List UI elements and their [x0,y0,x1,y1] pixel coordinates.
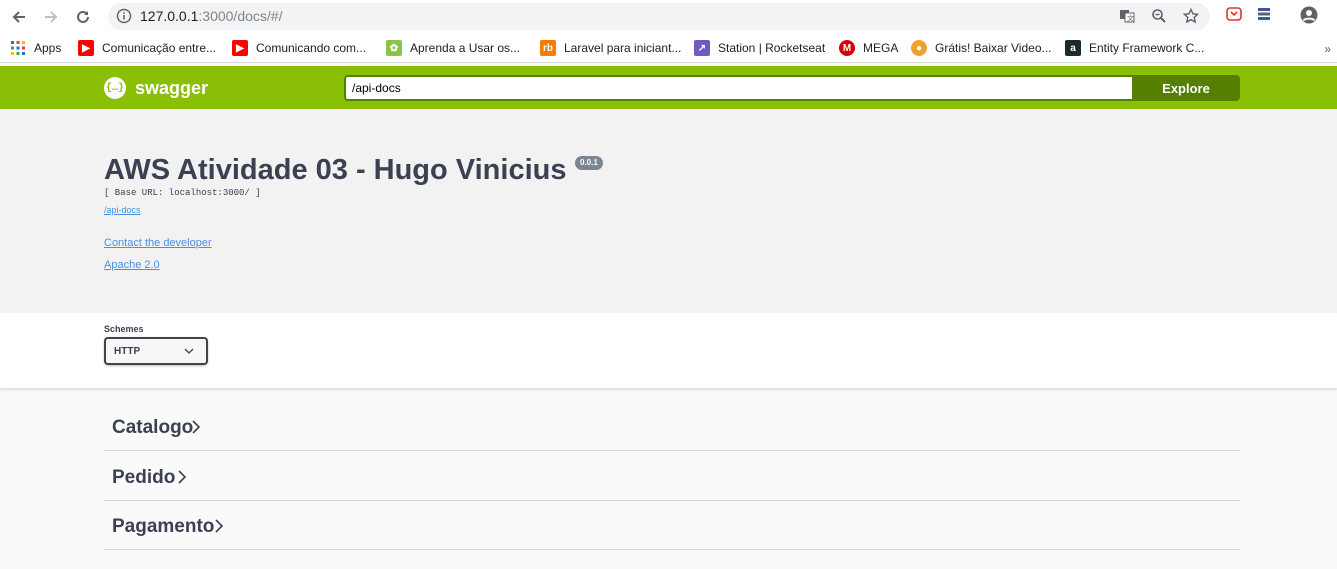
youtube-icon: ▶ [78,40,94,56]
bookmark-item[interactable]: ▶ Comunicando com... [232,40,366,56]
swagger-logo-icon: {…} [104,77,126,99]
rocketseat-icon: ↗ [694,40,710,56]
swagger-logo[interactable]: {…} swagger [104,77,208,99]
browser-toolbar: 127.0.0.1:3000/docs/#/ 文 [0,0,1337,33]
base-url: [ Base URL: localhost:3000/ ] [104,188,261,198]
bookmark-label: Comunicando com... [256,41,367,55]
arrow-right-icon [45,11,58,23]
bookmark-item[interactable]: M MEGA [839,40,898,56]
bookmark-label: Station | Rocketseat [718,41,826,55]
tag-name: Catalogo [112,417,194,438]
bookmarks-overflow-button[interactable]: » [1324,42,1331,56]
bookmarks-bar: Apps ▶ Comunicação entre... ▶ Comunicand… [0,33,1337,63]
site-icon: a [1065,40,1081,56]
pocket-extension-icon[interactable] [1226,6,1242,22]
forward-button[interactable] [39,5,63,29]
svg-text:文: 文 [1127,14,1134,23]
bookmark-item[interactable]: rb Laravel para iniciant... [540,40,681,56]
explore-button[interactable]: Explore [1132,75,1240,101]
schemes-select[interactable]: HTTP [104,337,208,365]
mega-icon: M [839,40,855,56]
api-url-input[interactable] [344,75,1132,101]
bookmark-label: Laravel para iniciant... [564,41,682,55]
bookmark-label: Aprenda a Usar os... [410,41,521,55]
address-bar[interactable]: 127.0.0.1:3000/docs/#/ 文 [108,3,1210,30]
bookmark-label: Apps [34,41,62,55]
apps-grid-icon [10,40,26,56]
reload-button[interactable] [71,5,95,29]
tag-catalogo[interactable]: Catalogo [104,401,1240,451]
bookmark-star-icon[interactable] [1183,8,1199,24]
reload-icon [77,10,89,23]
tag-name: Pedido [112,467,176,488]
version-badge: 0.0.1 [575,156,603,170]
chevron-down-icon [184,348,194,354]
bookmark-item[interactable]: ✿ Aprenda a Usar os... [386,40,520,56]
bookmark-label: Grátis! Baixar Video... [935,41,1052,55]
chevron-right-icon [192,420,201,434]
back-button[interactable] [7,5,31,29]
zoom-icon[interactable] [1151,8,1167,24]
bookmark-item[interactable]: ● Grátis! Baixar Video... [911,40,1052,56]
spec-link[interactable]: /api-docs [104,205,141,215]
bookmark-item[interactable]: ↗ Station | Rocketseat [694,40,825,56]
bookmark-item[interactable]: a Entity Framework C... [1065,40,1204,56]
api-title: AWS Atividade 03 - Hugo Vinicius [104,154,567,186]
tag-name: Pagamento [112,516,215,537]
bookmark-item[interactable]: ▶ Comunicação entre... [78,40,216,56]
tag-pagamento[interactable]: Pagamento [104,500,1240,550]
bookmark-label: Entity Framework C... [1089,41,1205,55]
bookmark-label: MEGA [863,41,899,55]
info-icon[interactable] [116,8,132,24]
tag-pedido[interactable]: Pedido [104,451,1240,501]
profile-avatar-icon[interactable] [1300,6,1318,24]
contact-developer-link[interactable]: Contact the developer [104,237,212,249]
info-section [0,109,1337,313]
bookmark-label: Comunicação entre... [102,41,217,55]
extension-icon[interactable] [1256,6,1272,22]
site-icon: ✿ [386,40,402,56]
schemes-selected-value: HTTP [114,346,141,357]
translate-icon[interactable]: 文 [1119,8,1135,24]
license-link[interactable]: Apache 2.0 [104,259,160,271]
url-text: 127.0.0.1:3000/docs/#/ [140,8,283,24]
arrow-left-icon [12,11,25,23]
chevron-right-icon [215,519,224,533]
site-icon: ● [911,40,927,56]
youtube-icon: ▶ [232,40,248,56]
bookmark-apps[interactable]: Apps [10,40,61,56]
swagger-logo-text: swagger [135,77,209,98]
chevron-right-icon [178,470,187,484]
schemes-label: Schemes [104,324,144,334]
site-icon: rb [540,40,556,56]
